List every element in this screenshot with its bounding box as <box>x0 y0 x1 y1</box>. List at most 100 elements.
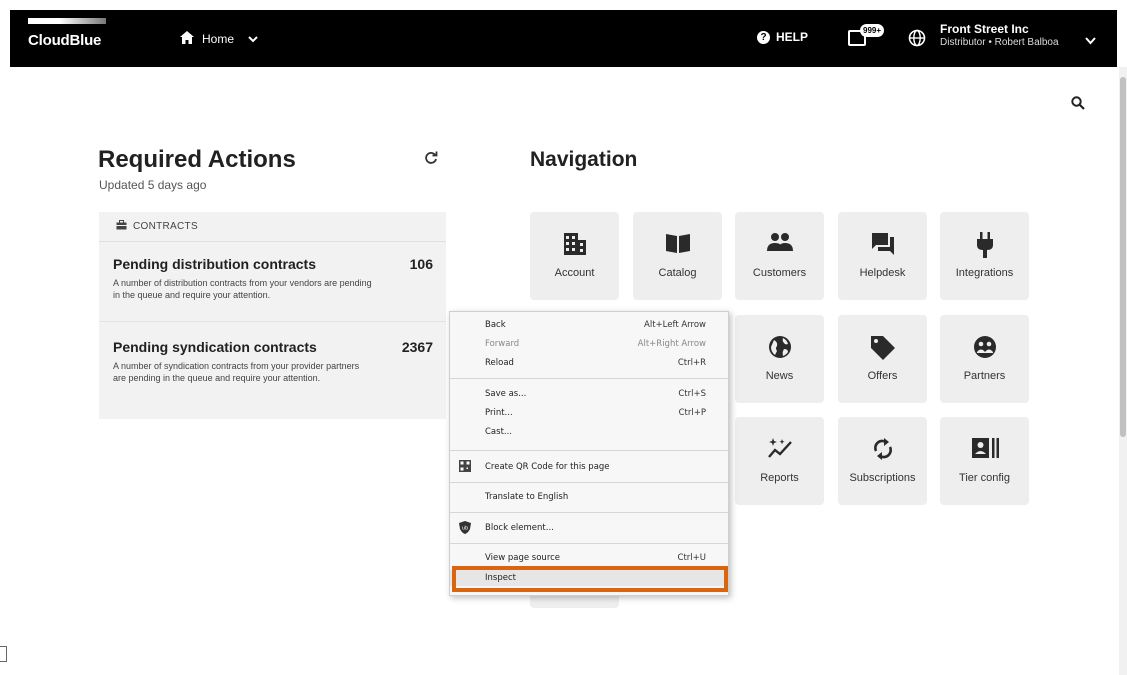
cloudblue-logo[interactable]: CloudBlue <box>28 18 120 49</box>
menu-item-label: Forward <box>485 339 520 349</box>
menu-separator <box>450 482 728 483</box>
tile-label: News <box>765 370 794 382</box>
tile-label: Tier config <box>959 472 1010 484</box>
briefcase-icon <box>116 220 127 233</box>
scrollbar-thumb[interactable] <box>1120 77 1126 437</box>
menu-separator <box>450 512 728 513</box>
tile-label: Partners <box>963 370 1006 382</box>
menu-item-shortcut: Alt+Right Arrow <box>637 339 706 349</box>
globe-icon[interactable] <box>908 29 926 52</box>
nav-tile-offers[interactable]: Offers <box>838 315 927 403</box>
menu-separator <box>450 378 728 379</box>
item-title: Pending distribution contracts <box>113 256 317 272</box>
nav-tile-account[interactable]: Account <box>530 212 619 300</box>
chevron-down-icon[interactable] <box>1085 32 1096 50</box>
nav-tile-customers[interactable]: Customers <box>735 212 824 300</box>
item-count: 106 <box>409 256 433 272</box>
chevron-down-icon <box>248 32 258 46</box>
notification-badge: 999+ <box>860 24 885 37</box>
help-icon: ? <box>757 30 770 44</box>
menu-item-label: Save as... <box>485 389 527 399</box>
help-button[interactable]: ? HELP <box>757 30 808 44</box>
updated-timestamp: Updated 5 days ago <box>99 178 207 192</box>
search-icon[interactable] <box>1071 96 1085 115</box>
nav-tile-helpdesk[interactable]: Helpdesk <box>838 212 927 300</box>
globe-icon <box>735 335 824 361</box>
building-icon <box>530 232 619 258</box>
nav-tile-subscriptions[interactable]: Subscriptions <box>838 417 927 505</box>
menu-item-shortcut: Alt+Left Arrow <box>644 320 706 330</box>
menu-item-label: Back <box>485 320 506 330</box>
menu-item-shortcut: Ctrl+S <box>678 389 706 399</box>
handshake-icon <box>940 335 1029 361</box>
refresh-icon[interactable] <box>424 151 438 170</box>
menu-separator <box>450 543 728 544</box>
menu-item-label: Create QR Code for this page <box>485 462 610 472</box>
menu-separator <box>450 450 728 451</box>
menu-item-cast[interactable]: Cast... <box>450 424 728 440</box>
nav-tile-reports[interactable]: Reports <box>735 417 824 505</box>
menu-item-translate[interactable]: Translate to English <box>450 489 728 505</box>
page: CloudBlue Home ? HELP 999+ Front Street … <box>0 0 1127 675</box>
nav-tile-tier-config[interactable]: Tier config <box>940 417 1029 505</box>
menu-item-label: Translate to English <box>485 492 569 502</box>
divider <box>99 321 446 322</box>
menu-item-create-qr-code[interactable]: Create QR Code for this page <box>450 459 728 475</box>
menu-item-view-source[interactable]: View page source Ctrl+U <box>450 550 728 566</box>
sync-icon <box>838 437 927 463</box>
menu-item-forward[interactable]: Forward Alt+Right Arrow <box>450 336 728 352</box>
required-actions-title: Required Actions <box>98 146 296 173</box>
tile-label: Helpdesk <box>859 267 906 279</box>
menu-item-reload[interactable]: Reload Ctrl+R <box>450 355 728 371</box>
item-description: A number of distribution contracts from … <box>113 278 372 300</box>
top-bar: CloudBlue Home ? HELP 999+ Front Street … <box>10 10 1117 67</box>
home-icon <box>180 31 194 47</box>
menu-item-label: Reload <box>485 358 514 368</box>
nav-tile-integrations[interactable]: Integrations <box>940 212 1029 300</box>
book-icon <box>633 232 722 258</box>
ublock-shield-icon: ub <box>459 521 471 537</box>
menu-item-block-element[interactable]: ub Block element... <box>450 520 728 536</box>
svg-text:ub: ub <box>462 526 468 532</box>
list-item-syndication-contracts[interactable]: Pending syndication contracts 2367 A num… <box>113 339 433 384</box>
plug-icon <box>940 232 1029 258</box>
account-role: Distributor • Robert Balboa <box>940 36 1059 48</box>
navigation-title: Navigation <box>530 148 638 171</box>
contracts-label: CONTRACTS <box>133 221 198 232</box>
item-description: A number of syndication contracts from y… <box>113 361 360 383</box>
menu-item-shortcut: Ctrl+U <box>677 553 706 563</box>
list-item-distribution-contracts[interactable]: Pending distribution contracts 106 A num… <box>113 256 433 301</box>
menu-item-save-as[interactable]: Save as... Ctrl+S <box>450 386 728 402</box>
nav-tile-news[interactable]: News <box>735 315 824 403</box>
tile-label: Offers <box>867 370 898 382</box>
id-card-icon <box>940 437 1029 463</box>
tile-label: Account <box>554 267 595 279</box>
browser-context-menu: Back Alt+Left Arrow Forward Alt+Right Ar… <box>449 311 729 596</box>
tile-label: Customers <box>752 267 807 279</box>
tile-label: Catalog <box>658 267 697 279</box>
chat-icon <box>838 232 927 258</box>
inspect-highlight-box <box>452 566 728 592</box>
contracts-panel: CONTRACTS Pending distribution contracts… <box>99 212 446 419</box>
logo-bar <box>28 18 106 24</box>
home-menu-button[interactable]: Home <box>180 30 258 48</box>
contracts-header: CONTRACTS <box>99 212 446 242</box>
sparkle-chart-icon <box>735 437 824 463</box>
tile-label: Subscriptions <box>849 472 916 484</box>
people-icon <box>735 232 824 258</box>
nav-tile-partners[interactable]: Partners <box>940 315 1029 403</box>
menu-item-shortcut: Ctrl+P <box>678 408 706 418</box>
menu-item-label: Print... <box>485 408 513 418</box>
item-count: 2367 <box>401 339 433 355</box>
tile-label: Reports <box>760 472 799 484</box>
notifications-button[interactable]: 999+ <box>848 24 885 52</box>
account-switcher[interactable]: Front Street Inc Distributor • Robert Ba… <box>940 22 1059 48</box>
menu-item-print[interactable]: Print... Ctrl+P <box>450 405 728 421</box>
home-label: Home <box>202 32 235 46</box>
qr-code-icon <box>459 460 471 475</box>
menu-item-back[interactable]: Back Alt+Left Arrow <box>450 317 728 333</box>
tile-label: Integrations <box>955 267 1014 279</box>
edge-fragment <box>0 646 7 662</box>
vertical-scrollbar[interactable] <box>1119 67 1127 675</box>
nav-tile-catalog[interactable]: Catalog <box>633 212 722 300</box>
